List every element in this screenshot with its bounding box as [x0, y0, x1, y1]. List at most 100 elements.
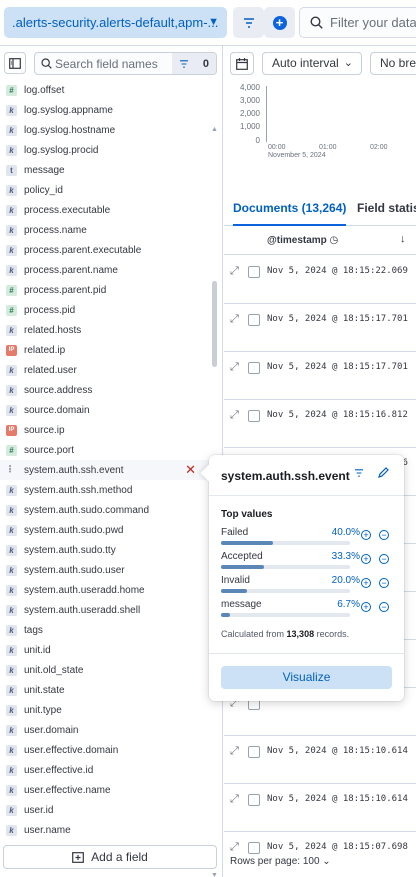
- remove-field-icon[interactable]: ✕: [185, 462, 196, 478]
- field-list-item[interactable]: k policy_id: [0, 180, 212, 200]
- expand-row-icon[interactable]: ⤢: [230, 841, 239, 854]
- field-list-item[interactable]: k user.domain: [0, 720, 212, 740]
- field-list-item[interactable]: k tags: [0, 620, 212, 640]
- field-list-item[interactable]: # log.offset: [0, 80, 212, 100]
- field-list-item[interactable]: IP related.ip: [0, 340, 212, 360]
- field-list-item[interactable]: k log.syslog.procid: [0, 140, 212, 160]
- table-row[interactable]: ⤢ Nov 5, 2024 @ 18:15:22.069: [224, 256, 416, 304]
- field-list-item[interactable]: k source.domain: [0, 400, 212, 420]
- filter-menu-button[interactable]: [233, 7, 264, 38]
- field-list-item[interactable]: k system.auth.useradd.shell: [0, 600, 212, 620]
- field-list-item[interactable]: k unit.type: [0, 700, 212, 720]
- field-list-item[interactable]: k process.parent.name: [0, 260, 212, 280]
- collapse-sidebar-button[interactable]: [4, 52, 26, 74]
- filter-for-value-icon[interactable]: +: [361, 578, 371, 588]
- field-list-scrollbar[interactable]: [212, 281, 217, 367]
- filter-out-value-icon[interactable]: −: [379, 530, 389, 540]
- table-row[interactable]: ⤢ Nov 5, 2024 @ 18:15:17.701: [224, 304, 416, 352]
- visualize-button[interactable]: Visualize: [221, 666, 392, 689]
- row-checkbox[interactable]: [248, 362, 260, 374]
- field-list-item[interactable]: # process.pid: [0, 300, 212, 320]
- field-filter-button[interactable]: 0: [172, 53, 216, 74]
- pencil-icon[interactable]: [377, 467, 389, 479]
- filter-icon[interactable]: [354, 469, 364, 477]
- field-list-item[interactable]: k system.auth.ssh.method: [0, 480, 212, 500]
- scroll-down-arrow[interactable]: ▼: [211, 872, 218, 877]
- row-checkbox[interactable]: [248, 266, 260, 278]
- field-list-item[interactable]: # source.port: [0, 440, 212, 460]
- field-name: user.id: [24, 804, 54, 816]
- row-checkbox[interactable]: [248, 410, 260, 422]
- field-list-item[interactable]: k unit.id: [0, 640, 212, 660]
- expand-row-icon[interactable]: ⤢: [230, 409, 239, 422]
- table-row[interactable]: ⤢ Nov 5, 2024 @ 18:15:10.614: [224, 784, 416, 832]
- field-list-item[interactable]: k log.syslog.appname: [0, 100, 212, 120]
- expand-row-icon[interactable]: ⤢: [230, 793, 239, 806]
- field-name: system.auth.sudo.pwd: [24, 524, 124, 536]
- table-row[interactable]: ⤢ Nov 5, 2024 @ 18:15:16.812: [224, 400, 416, 448]
- data-view-selector[interactable]: .alerts-security.alerts-default,apm-... …: [4, 7, 227, 38]
- breakdown-select[interactable]: No brea: [370, 52, 416, 75]
- field-list-item[interactable]: t message: [0, 160, 212, 180]
- table-row[interactable]: ⤢ Nov 5, 2024 @ 18:15:17.701: [224, 352, 416, 400]
- field-list-item[interactable]: k system.auth.sudo.user: [0, 560, 212, 580]
- expand-row-icon[interactable]: ⤢: [230, 265, 239, 278]
- row-checkbox[interactable]: [248, 842, 260, 854]
- field-list-item[interactable]: k process.executable: [0, 200, 212, 220]
- sort-arrow-icon[interactable]: ↓: [400, 233, 406, 245]
- filter-icon: [243, 17, 254, 28]
- rows-per-page-select[interactable]: Rows per page: 100 ⌄: [230, 856, 331, 867]
- expand-row-icon[interactable]: ⤢: [230, 361, 239, 374]
- table-row[interactable]: ⤢ Nov 5, 2024 @ 18:15:07.698: [224, 832, 416, 877]
- field-list-item[interactable]: k related.user: [0, 360, 212, 380]
- add-field-button[interactable]: Add a field: [3, 845, 217, 869]
- field-list-item[interactable]: k log.syslog.hostname: [0, 120, 212, 140]
- field-list-item[interactable]: k process.name: [0, 220, 212, 240]
- field-list-item[interactable]: k user.effective.name: [0, 780, 212, 800]
- timestamp-column-header[interactable]: @timestamp ◷: [267, 235, 338, 246]
- interval-select[interactable]: Auto interval ⌄: [262, 52, 362, 75]
- query-placeholder: Filter your data us: [330, 15, 416, 30]
- field-list-item[interactable]: k user.effective.domain: [0, 740, 212, 760]
- row-checkbox[interactable]: [248, 746, 260, 758]
- field-name: process.parent.pid: [24, 284, 107, 296]
- field-list-item[interactable]: k user.id: [0, 800, 212, 820]
- tab-field-statistics[interactable]: Field statist: [357, 192, 416, 226]
- field-type-icon: k: [6, 104, 17, 116]
- field-list-item[interactable]: ⠇ system.auth.ssh.event ✕: [0, 460, 212, 480]
- field-list-item[interactable]: k related.hosts: [0, 320, 212, 340]
- filter-for-value-icon[interactable]: +: [361, 530, 371, 540]
- field-list-item[interactable]: k system.auth.useradd.home: [0, 580, 212, 600]
- tab-documents[interactable]: Documents (13,264): [233, 192, 347, 226]
- field-list-item[interactable]: k user.name: [0, 820, 212, 840]
- expand-row-icon[interactable]: ⤢: [230, 745, 239, 758]
- chart-plot-area[interactable]: [266, 86, 416, 142]
- field-list-item[interactable]: k user.effective.id: [0, 760, 212, 780]
- filter-out-value-icon[interactable]: −: [379, 554, 389, 564]
- filter-for-value-icon[interactable]: +: [361, 554, 371, 564]
- expand-row-icon[interactable]: ⤢: [230, 313, 239, 326]
- field-list-item[interactable]: k system.auth.sudo.pwd: [0, 520, 212, 540]
- histogram-options-button[interactable]: [230, 52, 254, 75]
- filter-out-value-icon[interactable]: −: [379, 602, 389, 612]
- filter-for-value-icon[interactable]: +: [361, 602, 371, 612]
- add-filter-button[interactable]: +: [264, 7, 295, 38]
- query-input[interactable]: Filter your data us: [299, 7, 416, 38]
- field-search-input[interactable]: Search field names 0: [34, 52, 217, 75]
- field-list-item[interactable]: k system.auth.sudo.tty: [0, 540, 212, 560]
- table-row[interactable]: ⤢ Nov 5, 2024 @ 18:15:10.614: [224, 736, 416, 784]
- field-list-item[interactable]: k unit.state: [0, 680, 212, 700]
- field-type-icon: #: [6, 444, 17, 456]
- field-list-item[interactable]: IP source.ip: [0, 420, 212, 440]
- field-list-item[interactable]: k process.parent.executable: [0, 240, 212, 260]
- field-type-icon: ⠇: [7, 464, 16, 476]
- field-type-icon: k: [6, 524, 17, 536]
- row-checkbox[interactable]: [248, 314, 260, 326]
- field-list-item[interactable]: # process.parent.pid: [0, 280, 212, 300]
- field-list-item[interactable]: k system.auth.sudo.command: [0, 500, 212, 520]
- row-checkbox[interactable]: [248, 794, 260, 806]
- scroll-up-arrow[interactable]: ▲: [211, 126, 218, 133]
- field-list-item[interactable]: k source.address: [0, 380, 212, 400]
- field-list-item[interactable]: k unit.old_state: [0, 660, 212, 680]
- filter-out-value-icon[interactable]: −: [379, 578, 389, 588]
